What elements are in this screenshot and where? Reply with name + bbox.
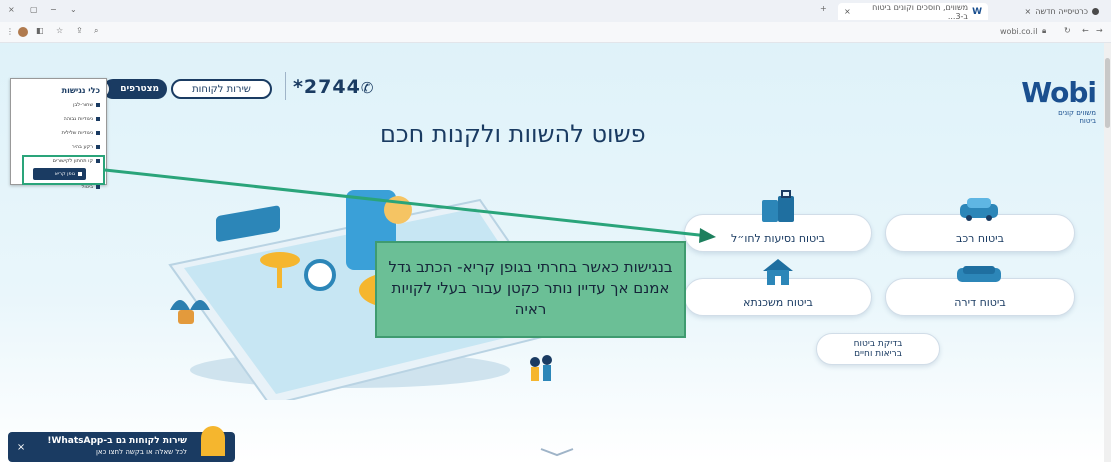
whatsapp-close-icon[interactable]: × [14,440,28,454]
whatsapp-widget[interactable]: שירות לקוחות גם ב-WhatsApp! לכל שאלה או … [8,426,235,462]
agent-avatar [201,426,225,456]
scroll-down-chevron-icon[interactable] [537,447,577,457]
whatsapp-title: שירות לקוחות גם ב-WhatsApp! [47,436,187,446]
scrollbar-thumb[interactable] [1105,58,1110,128]
annotation-callout: בנגישות כאשר בחרתי בגופן קריא- הכתב גדל … [375,241,686,338]
annotation-arrow [104,168,716,243]
whatsapp-subtitle: לכל שאלה או בקשה לחצו כאן [95,448,187,456]
